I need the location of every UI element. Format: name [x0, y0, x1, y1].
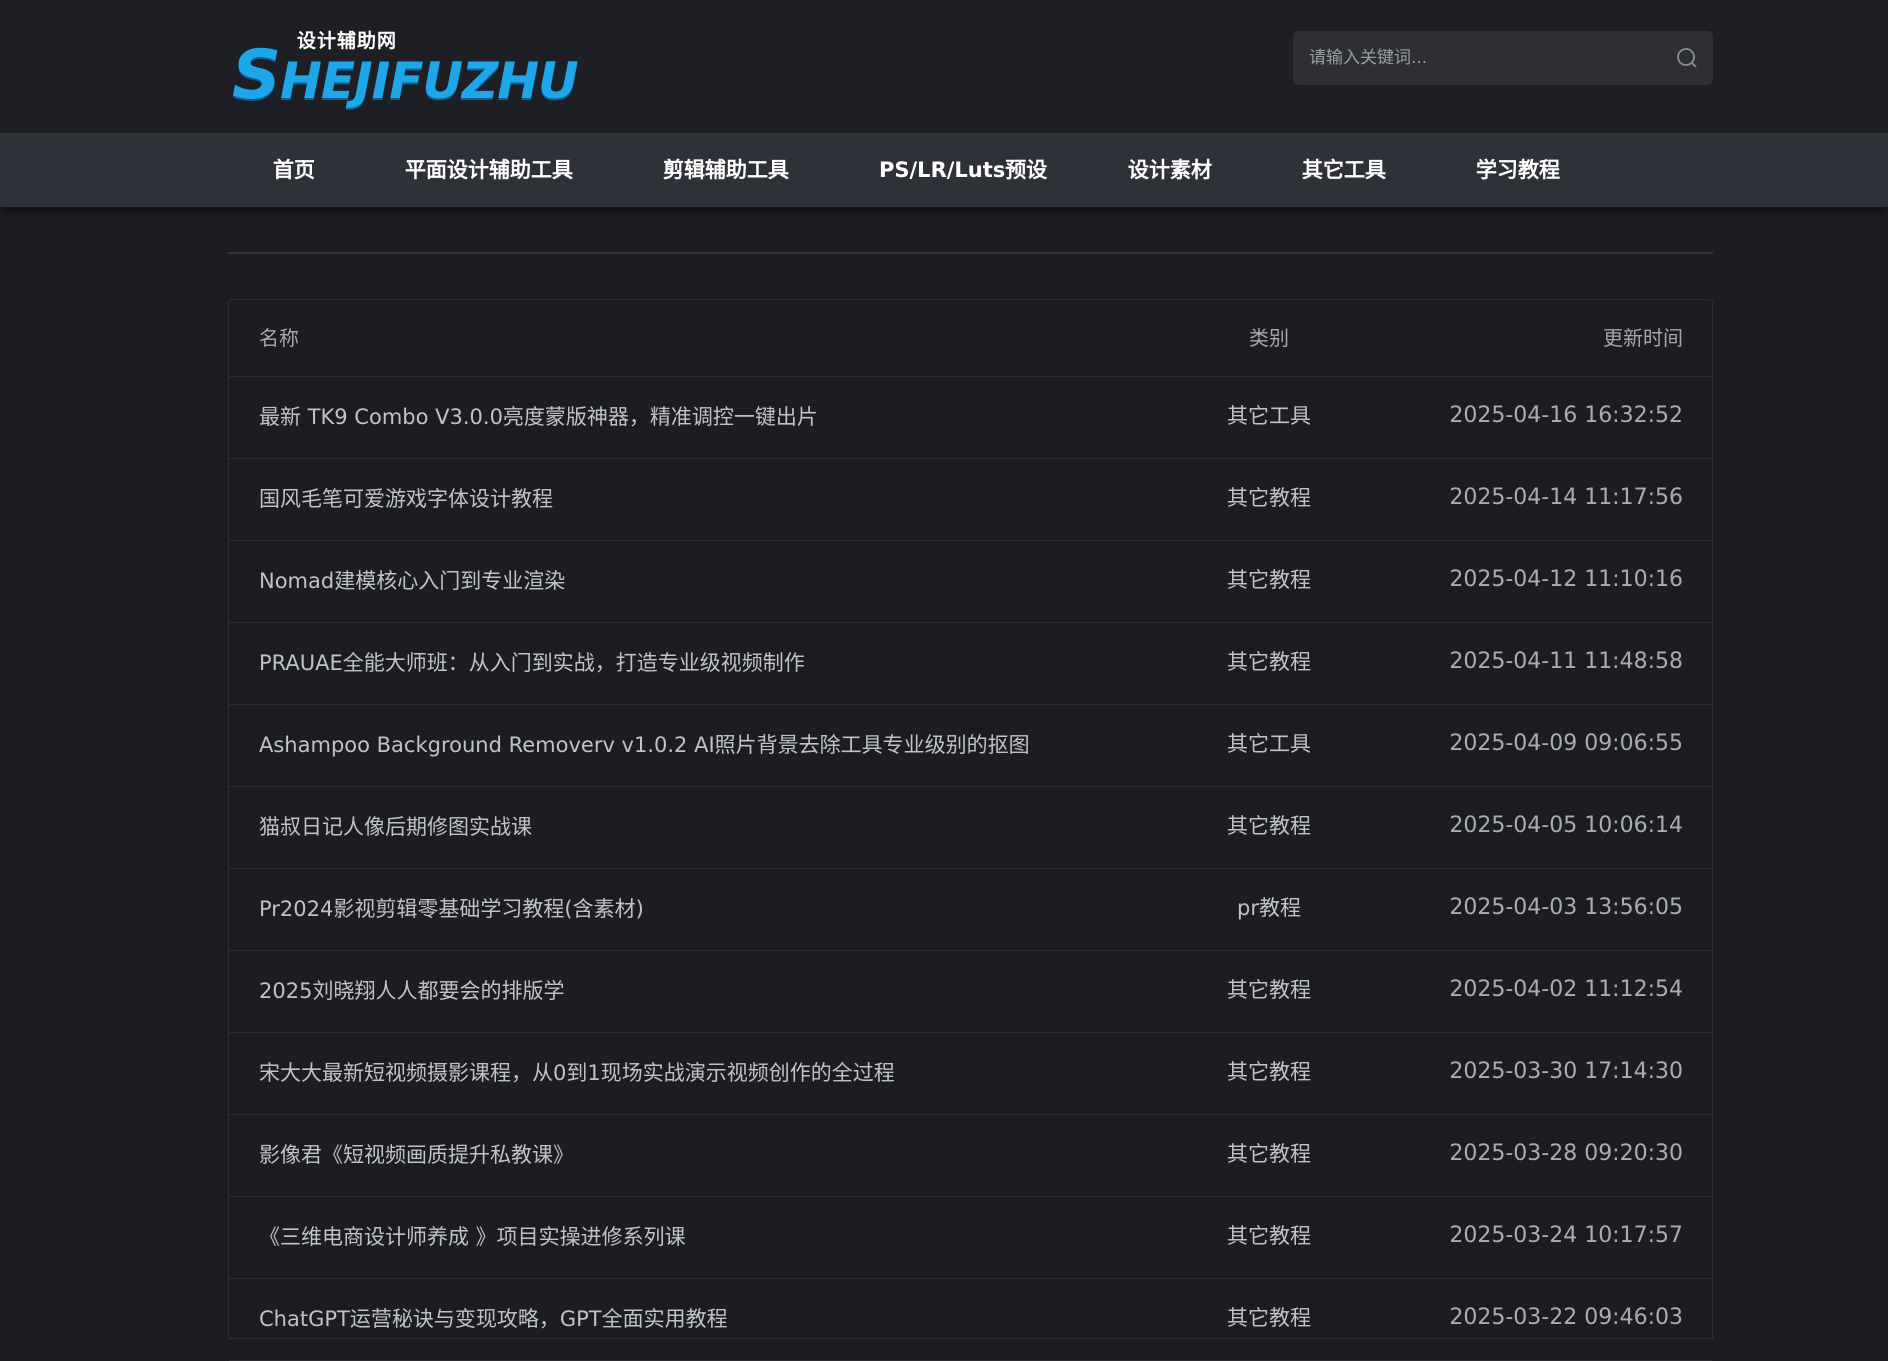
row-updated-time: 2025-04-03 13:56:05	[1449, 895, 1683, 920]
row-category[interactable]: 其它工具	[1169, 377, 1369, 459]
row-title[interactable]: 宋大大最新短视频摄影课程，从0到1现场实战演示视频创作的全过程	[259, 1033, 895, 1115]
column-header-time: 更新时间	[1603, 326, 1683, 350]
column-header-category: 类别	[1249, 326, 1289, 350]
column-header-name: 名称	[259, 326, 299, 350]
row-updated-time: 2025-03-30 17:14:30	[1449, 1059, 1683, 1084]
row-updated-time: 2025-03-24 10:17:57	[1449, 1223, 1683, 1248]
site-header: 设计辅助网 SHEJIFUZHU	[0, 0, 1888, 133]
row-updated-time: 2025-04-12 11:10:16	[1449, 567, 1683, 592]
row-title[interactable]: 最新 TK9 Combo V3.0.0亮度蒙版神器，精准调控一键出片	[259, 377, 818, 459]
row-title[interactable]: 2025刘晓翔人人都要会的排版学	[259, 951, 564, 1033]
row-updated-time: 2025-04-11 11:48:58	[1449, 649, 1683, 674]
logo-wordmark: SHEJIFUZHU	[232, 36, 579, 115]
logo-rest: HEJIFUZHU	[279, 52, 579, 110]
row-category[interactable]: 其它教程	[1169, 1197, 1369, 1279]
row-category[interactable]: 其它教程	[1169, 787, 1369, 869]
table-row[interactable]: 2025刘晓翔人人都要会的排版学 其它教程 2025-04-02 11:12:5…	[229, 951, 1712, 1033]
nav-item-graphic-tools[interactable]: 平面设计辅助工具	[405, 133, 573, 207]
search-input[interactable]	[1309, 31, 1649, 85]
table-row[interactable]: 《三维电商设计师养成 》项目实操进修系列课 其它教程 2025-03-24 10…	[229, 1197, 1712, 1279]
row-title[interactable]: ChatGPT运营秘诀与变现攻略，GPT全面实用教程	[259, 1279, 728, 1361]
search-box	[1293, 31, 1713, 85]
row-title[interactable]: 《三维电商设计师养成 》项目实操进修系列课	[259, 1197, 686, 1279]
table-row[interactable]: Ashampoo Background Removerv v1.0.2 AI照片…	[229, 705, 1712, 787]
row-title[interactable]: 国风毛笔可爱游戏字体设计教程	[259, 459, 553, 541]
table-row[interactable]: ChatGPT运营秘诀与变现攻略，GPT全面实用教程 其它教程 2025-03-…	[229, 1279, 1712, 1361]
row-title[interactable]: Nomad建模核心入门到专业渲染	[259, 541, 565, 623]
nav-item-presets[interactable]: PS/LR/Luts预设	[879, 133, 1047, 207]
row-updated-time: 2025-04-09 09:06:55	[1449, 731, 1683, 756]
row-category[interactable]: 其它教程	[1169, 1033, 1369, 1115]
search-icon[interactable]	[1675, 46, 1699, 70]
row-updated-time: 2025-04-16 16:32:52	[1449, 403, 1683, 428]
nav-item-tutorials[interactable]: 学习教程	[1476, 133, 1560, 207]
row-category[interactable]: pr教程	[1169, 869, 1369, 951]
table-row[interactable]: Nomad建模核心入门到专业渲染 其它教程 2025-04-12 11:10:1…	[229, 541, 1712, 623]
table-row[interactable]: PRAUAE全能大师班：从入门到实战，打造专业级视频制作 其它教程 2025-0…	[229, 623, 1712, 705]
row-updated-time: 2025-04-05 10:06:14	[1449, 813, 1683, 838]
row-category[interactable]: 其它教程	[1169, 1115, 1369, 1197]
table-row[interactable]: 国风毛笔可爱游戏字体设计教程 其它教程 2025-04-14 11:17:56	[229, 459, 1712, 541]
table-row[interactable]: 宋大大最新短视频摄影课程，从0到1现场实战演示视频创作的全过程 其它教程 202…	[229, 1033, 1712, 1115]
row-category[interactable]: 其它工具	[1169, 705, 1369, 787]
row-updated-time: 2025-03-28 09:20:30	[1449, 1141, 1683, 1166]
table-row[interactable]: Pr2024影视剪辑零基础学习教程(含素材) pr教程 2025-04-03 1…	[229, 869, 1712, 951]
row-title[interactable]: Ashampoo Background Removerv v1.0.2 AI照片…	[259, 705, 1030, 787]
row-title[interactable]: 猫叔日记人像后期修图实战课	[259, 787, 532, 869]
row-title[interactable]: PRAUAE全能大师班：从入门到实战，打造专业级视频制作	[259, 623, 805, 705]
nav-item-design-assets[interactable]: 设计素材	[1128, 133, 1212, 207]
row-updated-time: 2025-04-14 11:17:56	[1449, 485, 1683, 510]
row-category[interactable]: 其它教程	[1169, 1279, 1369, 1361]
site-logo[interactable]: 设计辅助网 SHEJIFUZHU	[232, 22, 579, 115]
row-category[interactable]: 其它教程	[1169, 951, 1369, 1033]
row-updated-time: 2025-04-02 11:12:54	[1449, 977, 1683, 1002]
row-category[interactable]: 其它教程	[1169, 541, 1369, 623]
nav-item-other-tools[interactable]: 其它工具	[1302, 133, 1386, 207]
table-row[interactable]: 猫叔日记人像后期修图实战课 其它教程 2025-04-05 10:06:14	[229, 787, 1712, 869]
content-divider	[228, 252, 1713, 254]
row-title[interactable]: Pr2024影视剪辑零基础学习教程(含素材)	[259, 869, 644, 951]
table-row[interactable]: 最新 TK9 Combo V3.0.0亮度蒙版神器，精准调控一键出片 其它工具 …	[229, 377, 1712, 459]
table-header: 名称 类别 更新时间	[229, 300, 1712, 377]
row-category[interactable]: 其它教程	[1169, 459, 1369, 541]
logo-initial: S	[232, 36, 281, 115]
row-title[interactable]: 影像君《短视频画质提升私教课》	[259, 1115, 574, 1197]
resource-table: 名称 类别 更新时间 最新 TK9 Combo V3.0.0亮度蒙版神器，精准调…	[228, 299, 1713, 1361]
nav-item-home[interactable]: 首页	[273, 133, 315, 207]
row-category[interactable]: 其它教程	[1169, 623, 1369, 705]
nav-item-editing-tools[interactable]: 剪辑辅助工具	[663, 133, 789, 207]
table-row[interactable]: 影像君《短视频画质提升私教课》 其它教程 2025-03-28 09:20:30	[229, 1115, 1712, 1197]
main-nav: 首页 平面设计辅助工具 剪辑辅助工具 PS/LR/Luts预设 设计素材 其它工…	[0, 133, 1888, 207]
row-updated-time: 2025-03-22 09:46:03	[1449, 1305, 1683, 1330]
